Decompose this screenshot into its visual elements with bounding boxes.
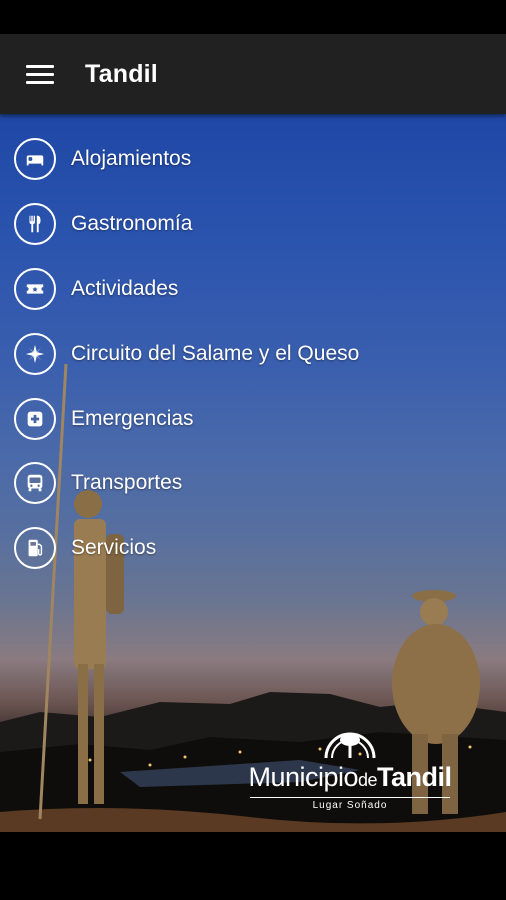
compass-rose-icon <box>14 332 56 375</box>
menu-item-label: Transportes <box>71 471 183 495</box>
menu-item-transportes[interactable]: Transportes <box>0 451 506 516</box>
menu-item-actividades[interactable]: Actividades <box>0 257 506 322</box>
logo-tagline: Lugar Soñado <box>250 797 450 811</box>
menu-item-label: Emergencias <box>71 406 194 430</box>
menu-item-alojamientos[interactable]: Alojamientos <box>0 127 506 192</box>
menu-item-servicios[interactable]: Servicios <box>0 516 506 581</box>
first-aid-icon <box>14 397 56 440</box>
logo-wordmark: MunicipiodeTandil <box>230 762 470 795</box>
menu-item-label: Circuito del Salame y el Queso <box>71 341 360 365</box>
status-bar <box>0 0 506 34</box>
logo-tandil: Tandil <box>377 762 452 792</box>
app-title: Tandil <box>85 59 158 88</box>
fuel-pump-icon <box>14 527 56 570</box>
navigation-bar <box>0 832 506 900</box>
municipio-logo: MunicipiodeTandil Lugar Soñado <box>230 718 470 818</box>
logo-de: de <box>358 770 378 790</box>
menu-item-label: Servicios <box>71 536 157 560</box>
bed-icon <box>14 138 56 181</box>
menu-item-label: Gastronomía <box>71 212 193 236</box>
menu-item-emergencias[interactable]: Emergencias <box>0 386 506 451</box>
ticket-icon <box>14 267 56 310</box>
menu-item-gastronomia[interactable]: Gastronomía <box>0 192 506 257</box>
menu-item-label: Alojamientos <box>71 147 192 171</box>
hamburger-icon <box>26 64 54 84</box>
menu-list: Alojamientos Gastronomía Actividades Cir… <box>0 127 506 581</box>
tree-emblem-icon <box>324 732 376 759</box>
app-bar: Tandil <box>0 34 506 114</box>
logo-municipio: Municipio <box>248 762 359 792</box>
menu-item-circuito[interactable]: Circuito del Salame y el Queso <box>0 321 506 386</box>
fork-knife-icon <box>14 203 56 246</box>
background-image: Alojamientos Gastronomía Actividades Cir… <box>0 114 506 832</box>
bus-icon <box>14 462 56 505</box>
menu-item-label: Actividades <box>71 276 179 300</box>
hamburger-menu-button[interactable] <box>0 34 80 114</box>
